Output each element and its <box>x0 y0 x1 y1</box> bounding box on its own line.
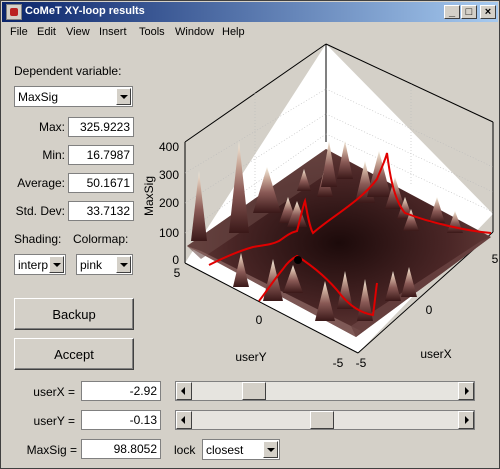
x-axis-label: userX <box>420 347 451 361</box>
chevron-down-icon[interactable] <box>49 256 64 273</box>
menu-help[interactable]: Help <box>222 26 245 38</box>
z-tick-2: 200 <box>159 196 179 210</box>
userx-field[interactable]: -2.92 <box>81 381 161 401</box>
chevron-down-icon[interactable] <box>116 256 131 273</box>
lock-select[interactable]: closest <box>202 439 280 460</box>
lock-label: lock <box>174 443 196 457</box>
title-bar[interactable]: CoMeT XY-loop results _ □ × <box>2 2 498 22</box>
colormap-value: pink <box>80 258 103 272</box>
lock-value: closest <box>206 443 244 457</box>
menu-file[interactable]: File <box>10 26 28 38</box>
chevron-down-icon[interactable] <box>116 88 131 105</box>
maxsig-label: MaxSig = <box>26 443 77 457</box>
usery-slider-thumb[interactable] <box>310 411 334 429</box>
menu-tools[interactable]: Tools <box>139 26 165 38</box>
std-dev-field[interactable]: 33.7132 <box>68 201 134 221</box>
maximize-button[interactable]: □ <box>461 5 477 19</box>
usery-label: userY = <box>33 414 75 428</box>
surface-plot[interactable]: 0 100 200 300 400 MaxSig 5 0 -5 userY -5… <box>141 41 499 371</box>
min-label: Min: <box>42 148 65 162</box>
average-field[interactable]: 50.1671 <box>68 173 134 193</box>
x-tick-0: 0 <box>426 303 433 317</box>
dependent-variable-value: MaxSig <box>18 90 59 104</box>
slider-right-arrow-icon[interactable] <box>458 411 474 429</box>
selected-point-marker <box>294 256 302 264</box>
shading-label: Shading: <box>14 232 62 246</box>
dependent-variable-label: Dependent variable: <box>14 64 122 78</box>
z-tick-0: 0 <box>172 253 179 267</box>
max-field[interactable]: 325.9223 <box>68 117 134 137</box>
z-tick-3: 300 <box>159 168 179 182</box>
slider-right-arrow-icon[interactable] <box>458 382 474 400</box>
colormap-label: Colormap: <box>73 232 129 246</box>
min-field[interactable]: 16.7987 <box>68 145 134 165</box>
slider-left-arrow-icon[interactable] <box>176 411 192 429</box>
x-tick-neg5: -5 <box>356 356 367 370</box>
backup-button[interactable]: Backup <box>14 298 134 330</box>
dependent-variable-select[interactable]: MaxSig <box>14 86 133 107</box>
accept-button[interactable]: Accept <box>14 338 134 370</box>
max-label: Max: <box>38 120 65 134</box>
usery-field[interactable]: -0.13 <box>81 410 161 430</box>
average-label: Average: <box>17 176 65 190</box>
y-tick-neg5: -5 <box>333 356 344 370</box>
maxsig-field[interactable]: 98.8052 <box>81 439 161 459</box>
menu-bar: File Edit View Insert Tools Window Help <box>2 23 498 41</box>
y-axis-label: userY <box>235 350 266 364</box>
std-dev-label: Std. Dev: <box>15 204 65 218</box>
userx-slider-thumb[interactable] <box>242 382 266 400</box>
z-axis-label: MaxSig <box>142 176 156 216</box>
app-window: CoMeT XY-loop results _ □ × File Edit Vi… <box>0 0 500 469</box>
chevron-down-icon[interactable] <box>263 441 278 458</box>
shading-value: interp <box>18 258 49 272</box>
y-tick-5: 5 <box>174 266 181 280</box>
close-button[interactable]: × <box>480 5 496 19</box>
menu-view[interactable]: View <box>66 26 90 38</box>
z-axis-ticks: 0 100 200 300 400 <box>159 140 179 267</box>
menu-window[interactable]: Window <box>175 26 214 38</box>
userx-slider[interactable] <box>175 381 475 401</box>
menu-edit[interactable]: Edit <box>37 26 56 38</box>
z-tick-4: 400 <box>159 140 179 154</box>
minimize-button[interactable]: _ <box>444 5 460 19</box>
colormap-select[interactable]: pink <box>76 254 133 275</box>
z-tick-1: 100 <box>159 226 179 240</box>
accept-button-label: Accept <box>54 347 94 362</box>
window-title: CoMeT XY-loop results <box>25 5 145 17</box>
matlab-app-icon <box>6 4 22 20</box>
userx-label: userX = <box>33 385 75 399</box>
x-tick-5: 5 <box>492 252 499 266</box>
menu-insert[interactable]: Insert <box>99 26 127 38</box>
y-tick-0: 0 <box>256 313 263 327</box>
shading-select[interactable]: interp <box>14 254 66 275</box>
slider-left-arrow-icon[interactable] <box>176 382 192 400</box>
usery-slider[interactable] <box>175 410 475 430</box>
backup-button-label: Backup <box>52 307 96 322</box>
